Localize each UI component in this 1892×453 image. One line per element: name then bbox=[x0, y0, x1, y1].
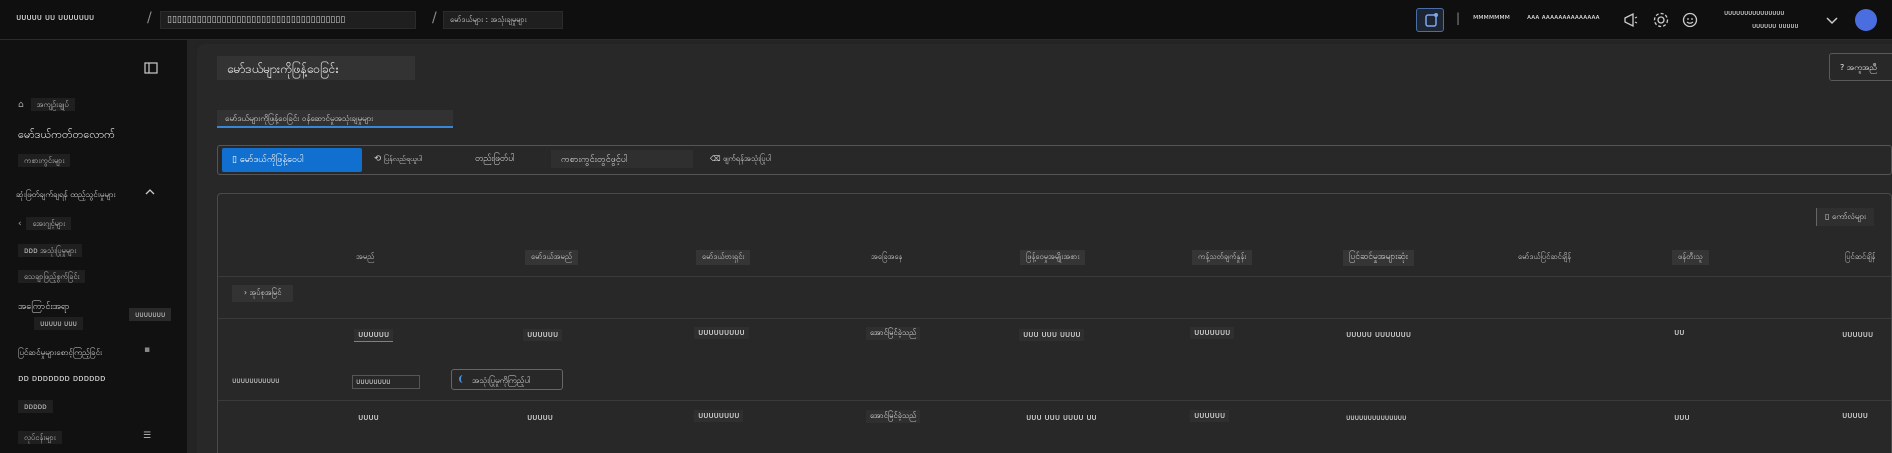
sidebar-item-playgrounds[interactable]: ကစားကွင်းများ bbox=[18, 154, 71, 167]
copilot-icon[interactable] bbox=[1416, 8, 1444, 32]
sidebar: ⌂ အကျဉ်းချုပ် မော်ဒယ်ကတ်တလောက် ကစားကွင်း… bbox=[0, 40, 187, 453]
collapse-sidebar-icon[interactable] bbox=[144, 62, 158, 77]
sidebar-item-content[interactable]: အကြောင်းအရာ bbox=[18, 301, 70, 314]
table-cell-rate: ᴜᴜᴜᴜᴜᴜ bbox=[1190, 410, 1230, 422]
main-content: မော်ဒယ်များကိုဖြန့်ဝေခြင်း ? အကူအညီ မော်… bbox=[187, 40, 1892, 453]
chevron-down-icon[interactable] bbox=[1823, 11, 1841, 29]
sidebar-more-icon[interactable]: ▪ bbox=[144, 345, 150, 355]
brand[interactable]: ᴜᴜᴜᴜᴜ ᴜᴜ ᴜᴜᴜᴜᴜᴜᴜ bbox=[16, 13, 94, 23]
deploy-model-button[interactable]: ▯ မော်ဒယ်ကိုဖြန့်ဝေပါ bbox=[222, 148, 362, 172]
table-cell-name[interactable]: ᴜᴜᴜᴜ bbox=[354, 412, 383, 424]
column-header[interactable]: မော်ဒယ်ဗားရှင်း bbox=[696, 250, 751, 265]
sidebar-item-deployments[interactable]: ᴅᴅᴅ အသုံးပြုမှုများ bbox=[18, 244, 83, 257]
table-cell-updated: ᴜᴜᴜᴜᴜ bbox=[1842, 411, 1868, 421]
table-cell-updated: ᴜᴜᴜᴜᴜᴜ bbox=[1842, 330, 1874, 340]
table-cell-name[interactable]: ᴜᴜᴜᴜᴜᴜ bbox=[354, 329, 394, 342]
sidebar-item-overview[interactable]: ⌂ အကျဉ်းချုပ် bbox=[18, 98, 75, 111]
list-icon[interactable]: ☰ bbox=[143, 431, 151, 441]
content-panel: မော်ဒယ်များကိုဖြန့်ဝေခြင်း ? အကူအညီ မော်… bbox=[197, 44, 1892, 453]
table-cell-type: ᴜᴜᴜ ᴜᴜᴜ ᴜᴜᴜᴜ ᴜᴜ bbox=[1026, 413, 1097, 423]
sidebar-item-agents[interactable]: ‹ အေးဂျင့်များ bbox=[18, 217, 72, 230]
table-cell-state: အောင်မြင်ခဲ့သည် bbox=[866, 327, 921, 340]
sidebar-item-tasks[interactable]: လုပ်ငန်းများ bbox=[18, 431, 62, 444]
user-name[interactable]: ᴜᴜᴜᴜᴜᴜᴜᴜᴜᴜᴜᴜᴜᴜᴜ bbox=[1724, 9, 1784, 17]
sidebar-item-resources[interactable]: ᴅᴅ ᴅᴅᴅᴅᴅᴅᴅ ᴅᴅᴅᴅᴅᴅ bbox=[18, 374, 105, 384]
column-header[interactable]: ကန့်သတ်ချက်နှုန်း bbox=[1192, 250, 1253, 265]
table-cell-max: ᴜᴜᴜᴜᴜᴜᴜᴜᴜᴜᴜᴜᴜᴜ bbox=[1346, 413, 1407, 422]
chevron-up-icon[interactable] bbox=[144, 187, 156, 200]
column-header[interactable]: မော်ဒယ်အမည် bbox=[525, 250, 579, 265]
sidebar-item-monitoring[interactable]: ပြင်ဆင်မှုများစောင့်ကြည့်ခြင်း bbox=[18, 347, 102, 359]
column-header[interactable]: အခြေအနေ bbox=[871, 252, 902, 263]
breadcrumb-project[interactable]: ▯▯▯▯▯▯▯▯▯▯▯▯▯▯▯▯▯▯▯▯▯▯▯▯▯▯▯▯▯▯▯▯▯▯▯▯ bbox=[160, 11, 416, 29]
sidebar-badge: ᴜᴜᴜᴜᴜᴜᴜ bbox=[129, 308, 172, 321]
page-title: မော်ဒယ်များကိုဖြန့်ဝေခြင်း bbox=[217, 56, 415, 80]
table-cell-model: ᴜᴜᴜᴜᴜᴜ bbox=[523, 329, 563, 341]
column-header[interactable]: ဖန်တီးသူ bbox=[1672, 250, 1709, 265]
group-header[interactable]: › အုပ်စုအမြင် bbox=[232, 285, 294, 302]
table-cell-rate: ᴜᴜᴜᴜᴜᴜᴜ bbox=[1190, 327, 1235, 339]
columns-button[interactable]: ▯ ကော်လံများ bbox=[1816, 208, 1875, 226]
open-playground-button[interactable]: ကစားကွင်းတွင်ဖွင့်ပါ bbox=[551, 150, 693, 168]
subscription-label[interactable]: ᴀᴀᴀ ᴀᴀᴀᴀᴀᴀᴀᴀᴀᴀᴀᴀᴀᴀ bbox=[1527, 13, 1607, 21]
user-tenant[interactable]: ᴜᴜᴜᴜᴜᴜ ᴜᴜᴜᴜᴜ bbox=[1752, 22, 1798, 30]
smiley-icon[interactable] bbox=[1681, 11, 1699, 29]
delete-button[interactable]: ⌫ ဖျက်ရန်အသုံးပြုပါ bbox=[710, 154, 771, 165]
column-header[interactable]: အမည် bbox=[356, 252, 374, 263]
edit-button[interactable]: တည်းဖြတ်ပါ bbox=[475, 154, 515, 166]
table-cell-model: ᴜᴜᴜᴜᴜ bbox=[527, 413, 553, 423]
table-cell-type: ᴜᴜᴜ ᴜᴜᴜ ᴜᴜᴜᴜ bbox=[1019, 329, 1085, 341]
table-cell-version: ᴜᴜᴜᴜᴜᴜᴜᴜ bbox=[694, 410, 744, 422]
sidebar-section-inference[interactable]: ဆုံးဖြတ်ချက်ချရန် ထည့်သွင်းမှုများ bbox=[16, 189, 116, 201]
column-header[interactable]: ဖြန့်ဝေမှုအမျိုးအစား bbox=[1020, 250, 1086, 265]
tab-deployments[interactable]: မော်ဒယ်များကိုဖြန့်ဝေခြင်း ဝန်ဆောင်မှုအသ… bbox=[217, 110, 453, 128]
column-header[interactable]: ပြင်ဆင်ချိန် bbox=[1845, 252, 1875, 263]
avatar[interactable] bbox=[1855, 9, 1877, 31]
refresh-icon: ⟲ bbox=[374, 154, 384, 164]
table-cell-creator: ᴜᴜ bbox=[1674, 328, 1685, 338]
sidebar-item-content-sub[interactable]: ᴜᴜᴜᴜᴜ ᴜᴜᴜ bbox=[34, 317, 83, 330]
delete-icon: ⌫ bbox=[710, 154, 723, 163]
command-bar: ▯ မော်ဒယ်ကိုဖြန့်ဝေပါ ⟲ ပြန်လည်ရယူပါ တည်… bbox=[217, 145, 1892, 175]
deployments-table: ▯ ကော်လံများ အမည် မော်ဒယ်အမည် မော်ဒယ်ဗား… bbox=[217, 193, 1892, 453]
column-header[interactable]: ပြင်ဆင်မှုအများဆုံး bbox=[1343, 250, 1414, 266]
sidebar-item-misc[interactable]: ᴅᴅᴅᴅᴅ bbox=[18, 400, 53, 413]
sidebar-item-model-catalog[interactable]: မော်ဒယ်ကတ်တလောက် bbox=[18, 128, 115, 144]
home-icon: ⌂ bbox=[18, 100, 24, 110]
table-cell-creator: ᴜᴜᴜ bbox=[1674, 413, 1690, 423]
row-label: ᴜᴜᴜᴜᴜᴜᴜᴜᴜᴜᴜ bbox=[232, 376, 280, 385]
table-cell-max: ᴜᴜᴜᴜᴜ ᴜᴜᴜᴜᴜᴜᴜ bbox=[1346, 330, 1411, 340]
refresh-button[interactable]: ⟲ ပြန်လည်ရယူပါ bbox=[374, 154, 422, 165]
columns-icon: ▯ bbox=[1825, 212, 1832, 221]
agent-icon: ‹ bbox=[18, 219, 22, 229]
row-input[interactable]: ᴜᴜᴜᴜᴜᴜᴜᴜ bbox=[352, 375, 420, 389]
help-button[interactable]: ? အကူအညီ bbox=[1829, 53, 1892, 81]
table-cell-version: ᴜᴜᴜᴜᴜᴜᴜᴜᴜ bbox=[694, 327, 749, 339]
top-bar: ᴜᴜᴜᴜᴜ ᴜᴜ ᴜᴜᴜᴜᴜᴜᴜ / ▯▯▯▯▯▯▯▯▯▯▯▯▯▯▯▯▯▯▯▯▯… bbox=[0, 0, 1892, 40]
add-icon: ▯ bbox=[232, 155, 240, 165]
table-cell-state: အောင်မြင်ခဲ့သည် bbox=[866, 410, 921, 423]
column-header[interactable]: မော်ဒယ်ပြင်ဆင်ချိန် bbox=[1518, 252, 1571, 263]
loading-icon bbox=[459, 375, 467, 383]
megaphone-icon[interactable] bbox=[1622, 11, 1640, 29]
sidebar-item-finetuning[interactable]: သေချာဖြည့်စွက်ခြင်း bbox=[18, 270, 86, 283]
breadcrumb-page[interactable]: မော်ဒယ်များ : အသုံးချမှုများ bbox=[443, 11, 563, 29]
gear-icon[interactable] bbox=[1652, 11, 1670, 29]
view-deployment-button[interactable]: အသုံးပြုမှုကိုကြည့်ပါ bbox=[451, 369, 563, 390]
directory-label[interactable]: ᴍᴍᴍᴍᴍᴍᴍ bbox=[1473, 13, 1510, 21]
